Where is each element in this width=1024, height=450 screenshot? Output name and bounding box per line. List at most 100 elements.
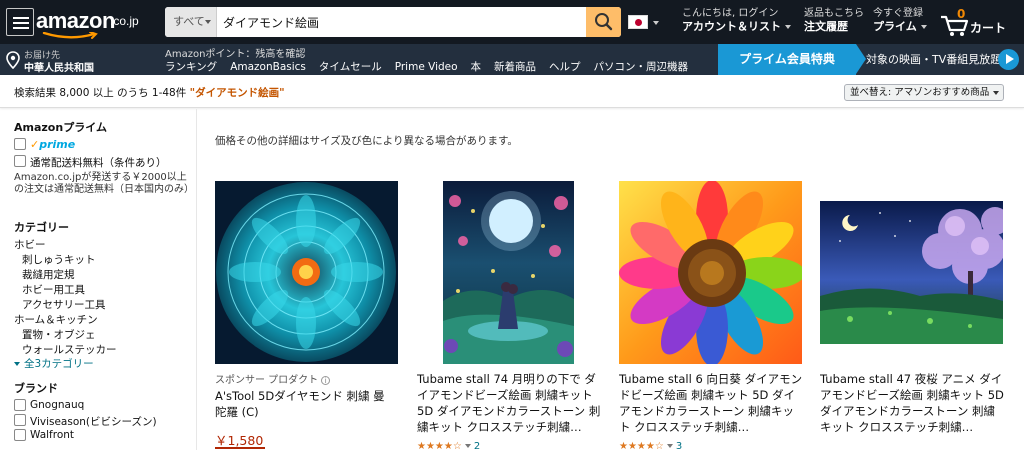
chevron-down-icon <box>653 21 659 25</box>
play-icon[interactable] <box>998 49 1019 70</box>
free-shipping-label[interactable]: 通常配送料無料（条件あり） <box>30 155 167 170</box>
category-hobby-tools[interactable]: ホビー用工具 <box>22 282 85 297</box>
brand-label-viviseason[interactable]: Viviseason(ビビシーズン) <box>30 414 157 429</box>
language-selector[interactable] <box>628 14 662 32</box>
prime-checkbox[interactable] <box>14 138 26 150</box>
cart-button[interactable]: 0 カート <box>940 6 1020 40</box>
product-title[interactable]: Tubame stall 6 向日葵 ダイアモンドビーズ絵画 刺繍キット 5D … <box>619 371 804 435</box>
brand-heading: ブランド <box>14 382 58 395</box>
orders-line2: 注文履歴 <box>804 20 848 33</box>
product-title[interactable]: Tubame stall 47 夜桜 アニメ ダイアモンドビーズ絵画 刺繍キット… <box>820 371 1005 435</box>
search-category-label: すべて <box>173 15 205 28</box>
night-cherry-image-icon <box>820 201 1003 344</box>
sponsored-text: スポンサー プロダクト <box>215 375 319 386</box>
category-accessory-tools[interactable]: アクセサリー工具 <box>22 297 105 312</box>
orders-link[interactable]: 返品もこちら 注文履歴 <box>804 8 864 34</box>
location-pin-icon <box>6 51 20 69</box>
account-menu[interactable]: こんにちは, ログイン アカウント＆リスト <box>682 8 791 34</box>
prime-banner[interactable]: プライム会員特典 対象の映画・TV番組見放題 <box>718 44 1024 75</box>
deliver-line2: 中華人民共和国 <box>24 63 94 74</box>
orders-line1: 返品もこちら <box>804 8 864 19</box>
brand-checkbox-walfront[interactable] <box>14 429 26 441</box>
prime-logo: ✓prime <box>30 138 75 151</box>
search-icon <box>595 13 613 31</box>
shipping-note: Amazon.co.jpが発送する￥2000以上の注文は通常配送無料（日本国内の… <box>14 172 194 195</box>
search-category-select[interactable]: すべて <box>165 7 217 37</box>
product-image-night-cherry[interactable] <box>820 201 1003 344</box>
prime-logo-text: prime <box>39 138 76 151</box>
chevron-down-icon <box>920 25 927 29</box>
search-input[interactable] <box>223 7 583 37</box>
sponsored-label: スポンサー プロダクト i <box>215 371 331 386</box>
category-embroidery-kit[interactable]: 刺しゅうキット <box>22 252 96 267</box>
filter-sidebar: Amazonプライム ✓prime 通常配送料無料（条件あり） Amazon.c… <box>0 109 197 450</box>
japan-flag-icon <box>628 15 648 29</box>
cart-label: カート <box>970 21 1007 35</box>
free-shipping-checkbox[interactable] <box>14 155 26 167</box>
prime-banner-title: プライム会員特典 <box>718 44 866 75</box>
see-all-categories-link[interactable]: 全3カテゴリー <box>14 356 94 371</box>
category-heading: カテゴリー <box>14 221 69 234</box>
subnav-link-new[interactable]: 新着商品 <box>494 61 536 73</box>
results-count-text: 検索結果 8,000 以上 のうち 1-48件 <box>14 87 187 99</box>
star-rating[interactable]: ★★★★☆ 3 <box>619 441 682 450</box>
results-bar: 検索結果 8,000 以上 のうち 1-48件 "ダイアモンド絵画" 並べ替え:… <box>0 75 1024 108</box>
results-query: "ダイアモンド絵画" <box>189 87 285 99</box>
prime-menu[interactable]: 今すぐ登録 プライム <box>873 8 927 34</box>
top-navbar: amazon .co.jp すべて こんにちは, ログイン アカウント＆リスト … <box>0 0 1024 44</box>
brand-checkbox-gnognauq[interactable] <box>14 399 26 411</box>
prime-check-mark: ✓ <box>30 138 40 151</box>
subnav-link-prime-video[interactable]: Prime Video <box>395 61 458 73</box>
mandala-image-icon <box>215 181 398 364</box>
subnav-link-timesale[interactable]: タイムセール <box>319 61 382 73</box>
prime-banner-text: 対象の映画・TV番組見放題 <box>866 53 1002 66</box>
sunflower-image-icon <box>619 181 802 364</box>
star-rating[interactable]: ★★★★☆ 2 <box>417 441 480 450</box>
points-link[interactable]: Amazonポイント：残高を確認 <box>165 45 305 60</box>
product-image-mandala[interactable] <box>215 181 398 364</box>
chevron-down-icon <box>993 91 999 95</box>
subnav-link-amazonbasics[interactable]: AmazonBasics <box>230 61 306 73</box>
subnav-link-pc[interactable]: パソコン・周辺機器 <box>594 61 689 73</box>
product-image-sunflower[interactable] <box>619 181 802 364</box>
star-icons: ★★★★☆ <box>417 441 462 450</box>
deliver-to[interactable]: お届け先 中華人民共和国 <box>4 48 154 74</box>
prime-filter-heading: Amazonプライム <box>14 121 107 134</box>
results-count: 検索結果 8,000 以上 のうち 1-48件 "ダイアモンド絵画" <box>14 85 285 100</box>
star-icons: ★★★★☆ <box>619 441 664 450</box>
prime-line1: 今すぐ登録 <box>873 8 923 19</box>
chevron-down-icon <box>14 362 20 366</box>
account-greeting: こんにちは, ログイン <box>682 8 779 19</box>
brand-label-gnognauq[interactable]: Gnognauq <box>30 399 84 411</box>
price-notice: 価格その他の詳細はサイズ及び色により異なる場合があります。 <box>215 135 518 147</box>
sort-label: 並べ替え: アマゾンおすすめ商品 <box>850 87 990 98</box>
subnav-link-help[interactable]: ヘルプ <box>549 61 581 73</box>
category-wall-stickers[interactable]: ウォールステッカー <box>22 342 117 357</box>
amazon-logo[interactable]: amazon .co.jp <box>36 4 146 40</box>
sort-dropdown[interactable]: 並べ替え: アマゾンおすすめ商品 <box>844 84 1004 101</box>
category-home-kitchen[interactable]: ホーム＆キッチン <box>14 312 98 327</box>
brand-checkbox-viviseason[interactable] <box>14 414 26 426</box>
brand-label-walfront[interactable]: Walfront <box>30 429 74 441</box>
menu-icon[interactable] <box>6 8 34 36</box>
account-label: アカウント＆リスト <box>682 20 781 33</box>
see-all-label: 全3カテゴリー <box>24 358 94 370</box>
search-button[interactable] <box>586 7 621 37</box>
category-hobby[interactable]: ホビー <box>14 237 46 252</box>
product-title[interactable]: A'sTool 5Dダイヤモンド 刺繍 曼陀羅 (C) <box>215 388 395 420</box>
subnav-link-books[interactable]: 本 <box>471 61 482 73</box>
secondary-navbar: お届け先 中華人民共和国 Amazonポイント：残高を確認 ランキング Amazo… <box>0 44 1024 75</box>
rating-count[interactable]: 2 <box>474 441 480 450</box>
price-underline <box>215 447 265 449</box>
category-ornaments[interactable]: 置物・オブジェ <box>22 327 96 342</box>
category-sewing-ruler[interactable]: 裁縫用定規 <box>22 267 75 282</box>
product-title[interactable]: Tubame stall 74 月明りの下で ダイアモンドビーズ絵画 刺繍キット… <box>417 371 603 435</box>
product-image-moonlight[interactable] <box>443 181 574 364</box>
chevron-down-icon <box>464 444 471 448</box>
subnav-link-ranking[interactable]: ランキング <box>165 61 217 73</box>
subnav-links: ランキング AmazonBasics タイムセール Prime Video 本新着商品 ヘ… <box>165 59 701 73</box>
info-icon[interactable]: i <box>321 375 331 385</box>
rating-count[interactable]: 3 <box>676 441 682 450</box>
prime-line2: プライム <box>873 20 917 33</box>
chevron-down-icon <box>205 20 211 24</box>
